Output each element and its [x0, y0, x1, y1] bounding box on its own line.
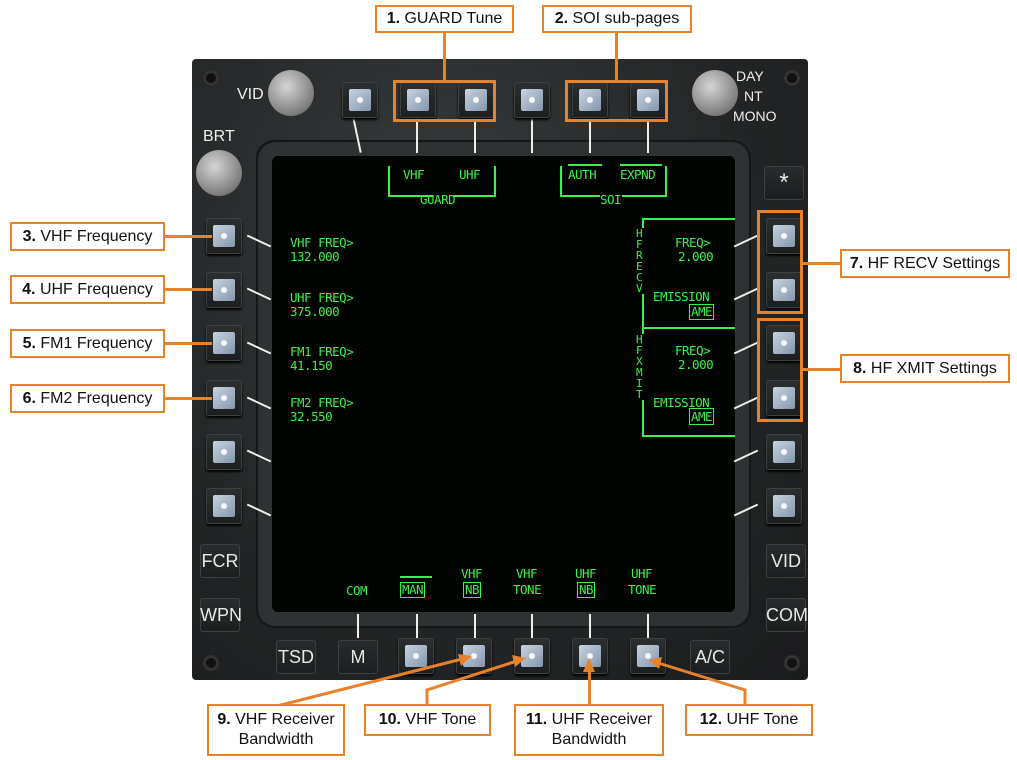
uhf-tone-button[interactable] — [630, 638, 666, 674]
mpd-screen: VHF UHF GUARD AUTH EXPND SOI VHF FREQ> 1… — [272, 156, 735, 612]
left-button-l5[interactable] — [206, 434, 242, 470]
vhf-nb-label: NB — [463, 582, 482, 598]
callout-guard-tune: 1. GUARD Tune — [375, 5, 514, 33]
vhf-tone-button[interactable] — [514, 638, 550, 674]
m-key[interactable]: M — [338, 640, 378, 674]
brt-knob-label: BRT — [203, 128, 235, 145]
vhf-freq-label: VHF FREQ> — [290, 235, 354, 250]
ac-key[interactable]: A/C — [690, 640, 730, 674]
vhf-freq-value: 132.000 — [290, 249, 340, 264]
uhf-tone-label: TONE — [628, 582, 657, 597]
vid-knob[interactable] — [268, 70, 314, 116]
mode-mono-label: MONO — [733, 108, 777, 124]
hf-recv-highlight — [757, 210, 803, 314]
hf-xmit-freq-label: FREQ> — [675, 343, 711, 358]
com-label: COM — [346, 583, 368, 598]
callout-hf-xmit-settings: 8. HF XMIT Settings — [840, 354, 1010, 383]
uhf-tone-top-label: UHF — [631, 566, 653, 581]
top-button-t1[interactable] — [342, 82, 378, 118]
screw — [203, 70, 219, 86]
callout-soi-subpages: 2. SOI sub-pages — [542, 5, 692, 33]
fcr-key[interactable]: FCR — [200, 544, 240, 578]
vhf-tone-top-label: VHF — [516, 566, 538, 581]
right-button-r6[interactable] — [766, 488, 802, 524]
tsd-key[interactable]: TSD — [276, 640, 316, 674]
vid-key[interactable]: VID — [766, 544, 806, 578]
guard-group-label: GUARD — [420, 192, 456, 207]
vhf-tone-label: TONE — [513, 582, 542, 597]
guard-highlight — [393, 80, 496, 122]
com-key[interactable]: COM — [766, 598, 808, 632]
wpn-key[interactable]: WPN — [200, 598, 242, 632]
mode-nt-label: NT — [744, 88, 763, 104]
top-button-t4[interactable] — [514, 82, 550, 118]
uhf-freq-value: 375.000 — [290, 304, 340, 319]
callout-uhf-frequency: 4. UHF Frequency — [10, 275, 165, 304]
soi-expnd-label: EXPND — [620, 167, 656, 182]
screw — [784, 70, 800, 86]
left-button-l6[interactable] — [206, 488, 242, 524]
callout-uhf-tone: 12. UHF Tone — [685, 704, 813, 736]
fm2-freq-value: 32.550 — [290, 409, 333, 424]
callout-vhf-frequency: 3. VHF Frequency — [10, 222, 165, 251]
uhf-nb-label: NB — [577, 582, 596, 598]
hf-recv-freq-label: FREQ> — [675, 235, 711, 250]
fm1-freq-value: 41.150 — [290, 358, 333, 373]
screw — [784, 655, 800, 671]
hf-recv-freq-value: 2.000 — [678, 249, 714, 264]
callout-vhf-receiver-bandwidth: 9. VHF Receiver Bandwidth — [207, 704, 345, 756]
callout-hf-recv-settings: 7. HF RECV Settings — [840, 249, 1010, 278]
hf-recv-side-label: HF RECV — [636, 228, 646, 294]
soi-group-label: SOI — [600, 192, 622, 207]
callout-fm1-frequency: 5. FM1 Frequency — [10, 329, 165, 358]
hf-xmit-highlight — [757, 318, 803, 422]
right-button-r5[interactable] — [766, 434, 802, 470]
soi-highlight — [565, 80, 668, 122]
callout-vhf-tone: 10. VHF Tone — [364, 704, 491, 736]
hf-xmit-freq-value: 2.000 — [678, 357, 714, 372]
uhf-nb-top-label: UHF — [575, 566, 597, 581]
hf-recv-emission-label: EMISSION — [653, 289, 710, 304]
fm2-freq-label: FM2 FREQ> — [290, 395, 354, 410]
man-button[interactable] — [398, 638, 434, 674]
hf-xmit-emission-value: AME — [689, 408, 715, 425]
uhf-freq-label: UHF FREQ> — [290, 290, 354, 305]
mode-day-label: DAY — [736, 68, 764, 84]
vhf-nb-top-label: VHF — [461, 566, 483, 581]
callout-fm2-frequency: 6. FM2 Frequency — [10, 384, 165, 413]
guard-vhf-label: VHF — [403, 167, 425, 182]
mode-knob[interactable] — [692, 70, 738, 116]
hf-recv-emission-value: AME — [689, 304, 715, 320]
screw — [203, 655, 219, 671]
callout-uhf-receiver-bandwidth: 11. UHF Receiver Bandwidth — [514, 704, 664, 756]
brt-knob[interactable] — [196, 150, 242, 196]
guard-uhf-label: UHF — [459, 167, 481, 182]
fm1-freq-label: FM1 FREQ> — [290, 344, 354, 359]
hf-xmit-side-label: HF XMIT — [636, 334, 646, 400]
star-key[interactable]: * — [764, 166, 804, 200]
vhf-nb-button[interactable] — [456, 638, 492, 674]
vid-knob-label: VID — [237, 86, 264, 103]
man-label: MAN — [400, 582, 426, 598]
soi-auth-label: AUTH — [568, 167, 597, 182]
